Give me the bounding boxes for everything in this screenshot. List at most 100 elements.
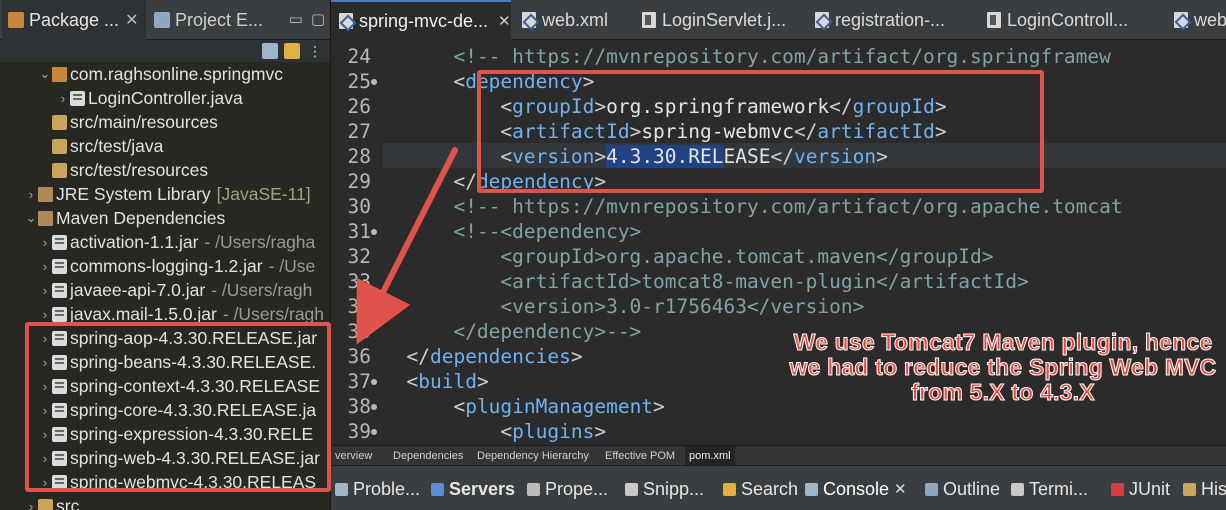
- tree-item[interactable]: src/main/resources: [0, 110, 330, 134]
- tree-item[interactable]: › spring-core-4.3.30.RELEASE.ja: [0, 398, 330, 422]
- outline-icon: [925, 482, 938, 496]
- pom-editor-page-tabs: verview Dependencies Dependency Hierarchy E…: [331, 445, 1226, 466]
- code-token: <: [500, 420, 513, 443]
- view-tab[interactable]: JUnit: [1111, 478, 1170, 500]
- tree-item[interactable]: › spring-context-4.3.30.RELEASE: [0, 374, 330, 398]
- view-tab[interactable]: Prope...: [527, 478, 608, 500]
- expand-arrow-icon[interactable]: ⌄: [24, 210, 38, 226]
- fold-marker-icon[interactable]: [371, 79, 377, 85]
- pom-page-tab[interactable]: Dependency Hierarchy: [477, 446, 589, 466]
- editor-tab[interactable]: spring-mvc-de... ✕: [331, 0, 511, 40]
- tree-item[interactable]: › spring-beans-4.3.30.RELEASE.: [0, 350, 330, 374]
- code-token: </: [829, 95, 853, 118]
- tree-item[interactable]: › javax.mail-1.5.0.jar - /Users/ragh: [0, 302, 330, 326]
- tree-item[interactable]: › spring-web-4.3.30.RELEASE.jar: [0, 446, 330, 470]
- tree-item[interactable]: ⌄ com.raghsonline.springmvc: [0, 62, 330, 86]
- pom-page-tab[interactable]: pom.xml: [685, 446, 735, 466]
- code-token: build: [418, 370, 477, 393]
- tree-item[interactable]: › JRE System Library [JavaSE-11]: [0, 182, 330, 206]
- collapse-arrow-icon[interactable]: ›: [24, 499, 38, 510]
- view-menu-icon[interactable]: ⋮: [308, 43, 322, 59]
- package-explorer-icon: [8, 12, 24, 28]
- collapse-arrow-icon[interactable]: ›: [38, 235, 52, 250]
- tree-item[interactable]: › LoginController.java: [0, 86, 330, 110]
- tree-item-label: spring-beans-4.3.30.RELEASE.: [70, 351, 317, 372]
- minimize-icon[interactable]: ▭: [289, 10, 303, 28]
- view-tab[interactable]: Servers: [431, 478, 515, 500]
- collapse-arrow-icon[interactable]: ›: [38, 355, 52, 370]
- view-tab-label: Servers: [449, 478, 516, 499]
- collapse-arrow-icon[interactable]: ›: [38, 259, 52, 274]
- code-token: >: [934, 120, 947, 143]
- panel-controls: ▭ ▢: [289, 10, 325, 28]
- collapse-arrow-icon[interactable]: ›: [56, 91, 70, 106]
- collapse-arrow-icon[interactable]: ›: [38, 283, 52, 298]
- code-line: </dependencies>: [383, 344, 582, 369]
- code-token: <: [500, 120, 513, 143]
- tree-item[interactable]: › javaee-api-7.0.jar - /Users/ragh: [0, 278, 330, 302]
- tree-item[interactable]: › src: [0, 494, 330, 510]
- editor-tab-label: web.x: [1194, 9, 1226, 30]
- close-icon[interactable]: ✕: [498, 12, 511, 30]
- collapse-arrow-icon[interactable]: ›: [38, 403, 52, 418]
- editor-tab[interactable]: registration-...: [807, 0, 977, 40]
- fold-marker-icon[interactable]: [371, 429, 377, 435]
- collapse-arrow-icon[interactable]: ›: [38, 379, 52, 394]
- tree-item[interactable]: ⌄ Maven Dependencies: [0, 206, 330, 230]
- pom-page-tab[interactable]: Dependencies: [393, 446, 463, 466]
- view-tab[interactable]: Snipp...: [625, 478, 704, 500]
- maximize-icon[interactable]: ▢: [311, 10, 325, 28]
- view-tab[interactable]: Console ✕: [805, 478, 907, 500]
- fold-marker-icon[interactable]: [371, 229, 377, 235]
- tree-item[interactable]: › spring-aop-4.3.30.RELEASE.jar: [0, 326, 330, 350]
- pom-page-tab[interactable]: verview: [335, 446, 372, 466]
- fold-marker-icon[interactable]: [371, 404, 377, 410]
- editor-tab[interactable]: web.xml: [514, 0, 632, 40]
- tree-item[interactable]: src/test/resources: [0, 158, 330, 182]
- tree-item[interactable]: › spring-webmvc-4.3.30.RELEAS: [0, 470, 330, 494]
- editor-tab[interactable]: LoginControll...: [979, 0, 1164, 40]
- collapse-all-icon[interactable]: [262, 43, 278, 59]
- tree-item[interactable]: › commons-logging-1.2.jar - /Use: [0, 254, 330, 278]
- java-file-icon: [642, 12, 656, 28]
- view-tab[interactable]: Termi...: [1011, 478, 1088, 500]
- editor-tab-label: LoginServlet.j...: [662, 9, 787, 30]
- code-token: spring-webmvc: [641, 120, 794, 143]
- code-token: >: [594, 145, 607, 168]
- collapse-arrow-icon[interactable]: ›: [38, 307, 52, 322]
- link-with-editor-icon[interactable]: [284, 43, 300, 59]
- fold-marker-icon[interactable]: [371, 379, 377, 385]
- editor-tab[interactable]: web.x: [1166, 0, 1226, 40]
- collapse-arrow-icon[interactable]: ›: [38, 331, 52, 346]
- tree-item[interactable]: src/test/java: [0, 134, 330, 158]
- code-token: dependencies: [429, 345, 571, 368]
- line-number: 30: [347, 195, 371, 218]
- code-token: >: [653, 395, 665, 418]
- tree-item[interactable]: › activation-1.1.jar - /Users/ragha: [0, 230, 330, 254]
- tab-project-explorer[interactable]: Project E...: [150, 0, 280, 40]
- collapse-arrow-icon[interactable]: ›: [38, 451, 52, 466]
- console-icon: [805, 482, 818, 496]
- tree-item[interactable]: › spring-expression-4.3.30.RELE: [0, 422, 330, 446]
- tab-package-explorer[interactable]: Package ... ✕: [2, 0, 146, 40]
- code-line: <artifactId>tomcat8-maven-plugin</artifa…: [383, 269, 1028, 294]
- view-tab[interactable]: His: [1183, 478, 1226, 500]
- code-token: <!-- https://mvnrepository.com/artifact/…: [453, 195, 1123, 218]
- line-number-gutter: 24 25 26 27 28 29 30 31 32 33 34 35 36 37 38 39: [331, 40, 383, 445]
- collapse-arrow-icon[interactable]: ›: [38, 427, 52, 442]
- editor-tab[interactable]: LoginServlet.j...: [634, 0, 804, 40]
- pom-page-tab[interactable]: Effective POM: [605, 446, 675, 466]
- jar-icon: [52, 330, 67, 346]
- close-icon[interactable]: ✕: [125, 10, 138, 30]
- collapse-arrow-icon[interactable]: ›: [24, 187, 38, 202]
- view-tab[interactable]: Outline: [925, 478, 1000, 500]
- view-tab[interactable]: Proble...: [335, 478, 420, 500]
- expand-arrow-icon[interactable]: ⌄: [38, 66, 52, 82]
- bottom-views-bar: Proble... Servers Prope... Snipp... Search Co…: [331, 465, 1226, 510]
- collapse-arrow-icon[interactable]: ›: [38, 475, 52, 490]
- view-tab[interactable]: Search: [723, 478, 798, 500]
- close-icon[interactable]: ✕: [894, 480, 907, 498]
